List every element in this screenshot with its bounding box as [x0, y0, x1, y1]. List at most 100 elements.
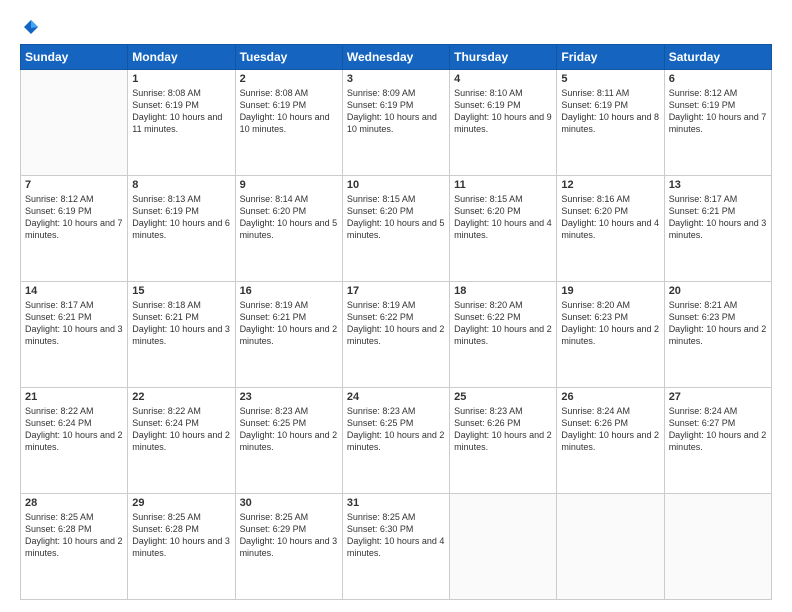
- calendar-week-3: 14 Sunrise: 8:17 AMSunset: 6:21 PMDayligh…: [21, 282, 772, 388]
- calendar-cell: [664, 494, 771, 600]
- calendar-cell: 25 Sunrise: 8:23 AMSunset: 6:26 PMDayligh…: [450, 388, 557, 494]
- weekday-header-row: SundayMondayTuesdayWednesdayThursdayFrid…: [21, 45, 772, 70]
- day-info: Sunrise: 8:25 AMSunset: 6:29 PMDaylight:…: [240, 511, 338, 560]
- day-number: 27: [669, 391, 767, 403]
- day-info: Sunrise: 8:12 AMSunset: 6:19 PMDaylight:…: [25, 193, 123, 242]
- day-info: Sunrise: 8:15 AMSunset: 6:20 PMDaylight:…: [454, 193, 552, 242]
- calendar-cell: 18 Sunrise: 8:20 AMSunset: 6:22 PMDayligh…: [450, 282, 557, 388]
- calendar-cell: 3 Sunrise: 8:09 AMSunset: 6:19 PMDaylight…: [342, 70, 449, 176]
- day-info: Sunrise: 8:21 AMSunset: 6:23 PMDaylight:…: [669, 299, 767, 348]
- day-info: Sunrise: 8:09 AMSunset: 6:19 PMDaylight:…: [347, 87, 445, 136]
- day-number: 15: [132, 285, 230, 297]
- day-number: 11: [454, 179, 552, 191]
- day-number: 25: [454, 391, 552, 403]
- calendar-cell: 28Sunrise: 8:25 AMSunset: 6:28 PMDayligh…: [21, 494, 128, 600]
- weekday-header-monday: Monday: [128, 45, 235, 70]
- calendar-cell: 29 Sunrise: 8:25 AMSunset: 6:28 PMDayligh…: [128, 494, 235, 600]
- day-number: 13: [669, 179, 767, 191]
- day-number: 29: [132, 497, 230, 509]
- day-info: Sunrise: 8:23 AMSunset: 6:26 PMDaylight:…: [454, 405, 552, 454]
- calendar-table: SundayMondayTuesdayWednesdayThursdayFrid…: [20, 44, 772, 600]
- day-info: Sunrise: 8:22 AMSunset: 6:24 PMDaylight:…: [25, 405, 123, 454]
- calendar-cell: 16 Sunrise: 8:19 AMSunset: 6:21 PMDayligh…: [235, 282, 342, 388]
- calendar-cell: 20 Sunrise: 8:21 AMSunset: 6:23 PMDayligh…: [664, 282, 771, 388]
- calendar-cell: 23 Sunrise: 8:23 AMSunset: 6:25 PMDayligh…: [235, 388, 342, 494]
- calendar-week-4: 21 Sunrise: 8:22 AMSunset: 6:24 PMDayligh…: [21, 388, 772, 494]
- day-number: 30: [240, 497, 338, 509]
- calendar-cell: 11 Sunrise: 8:15 AMSunset: 6:20 PMDayligh…: [450, 176, 557, 282]
- day-number: 23: [240, 391, 338, 403]
- day-number: 4: [454, 73, 552, 85]
- calendar-cell: 27 Sunrise: 8:24 AMSunset: 6:27 PMDayligh…: [664, 388, 771, 494]
- day-info: Sunrise: 8:19 AMSunset: 6:21 PMDaylight:…: [240, 299, 338, 348]
- calendar-cell: [21, 70, 128, 176]
- day-info: Sunrise: 8:25 AMSunset: 6:28 PMDaylight:…: [132, 511, 230, 560]
- calendar-cell: 21 Sunrise: 8:22 AMSunset: 6:24 PMDayligh…: [21, 388, 128, 494]
- page: SundayMondayTuesdayWednesdayThursdayFrid…: [0, 0, 792, 612]
- calendar-cell: 22 Sunrise: 8:22 AMSunset: 6:24 PMDayligh…: [128, 388, 235, 494]
- day-info: Sunrise: 8:16 AMSunset: 6:20 PMDaylight:…: [561, 193, 659, 242]
- weekday-header-wednesday: Wednesday: [342, 45, 449, 70]
- day-number: 20: [669, 285, 767, 297]
- calendar-cell: 13 Sunrise: 8:17 AMSunset: 6:21 PMDayligh…: [664, 176, 771, 282]
- day-number: 6: [669, 73, 767, 85]
- day-number: 17: [347, 285, 445, 297]
- day-number: 28: [25, 497, 123, 509]
- day-number: 21: [25, 391, 123, 403]
- day-info: Sunrise: 8:20 AMSunset: 6:23 PMDaylight:…: [561, 299, 659, 348]
- day-number: 16: [240, 285, 338, 297]
- calendar-cell: 10Sunrise: 8:15 AMSunset: 6:20 PMDayligh…: [342, 176, 449, 282]
- day-number: 26: [561, 391, 659, 403]
- calendar-cell: [450, 494, 557, 600]
- day-number: 8: [132, 179, 230, 191]
- day-info: Sunrise: 8:24 AMSunset: 6:27 PMDaylight:…: [669, 405, 767, 454]
- calendar-cell: 12 Sunrise: 8:16 AMSunset: 6:20 PMDayligh…: [557, 176, 664, 282]
- day-info: Sunrise: 8:24 AMSunset: 6:26 PMDaylight:…: [561, 405, 659, 454]
- day-info: Sunrise: 8:17 AMSunset: 6:21 PMDaylight:…: [25, 299, 123, 348]
- calendar-cell: 9 Sunrise: 8:14 AMSunset: 6:20 PMDaylight…: [235, 176, 342, 282]
- calendar-week-2: 7 Sunrise: 8:12 AMSunset: 6:19 PMDaylight…: [21, 176, 772, 282]
- calendar-cell: [557, 494, 664, 600]
- calendar-cell: 4Sunrise: 8:10 AMSunset: 6:19 PMDaylight…: [450, 70, 557, 176]
- day-number: 1: [132, 73, 230, 85]
- day-number: 18: [454, 285, 552, 297]
- day-number: 9: [240, 179, 338, 191]
- weekday-header-sunday: Sunday: [21, 45, 128, 70]
- day-info: Sunrise: 8:14 AMSunset: 6:20 PMDaylight:…: [240, 193, 338, 242]
- day-info: Sunrise: 8:23 AMSunset: 6:25 PMDaylight:…: [240, 405, 338, 454]
- weekday-header-thursday: Thursday: [450, 45, 557, 70]
- day-info: Sunrise: 8:19 AMSunset: 6:22 PMDaylight:…: [347, 299, 445, 348]
- calendar-cell: 6 Sunrise: 8:12 AMSunset: 6:19 PMDaylight…: [664, 70, 771, 176]
- day-number: 14: [25, 285, 123, 297]
- day-number: 7: [25, 179, 123, 191]
- day-info: Sunrise: 8:20 AMSunset: 6:22 PMDaylight:…: [454, 299, 552, 348]
- day-number: 5: [561, 73, 659, 85]
- day-info: Sunrise: 8:22 AMSunset: 6:24 PMDaylight:…: [132, 405, 230, 454]
- day-number: 22: [132, 391, 230, 403]
- calendar-cell: 5 Sunrise: 8:11 AMSunset: 6:19 PMDaylight…: [557, 70, 664, 176]
- day-number: 3: [347, 73, 445, 85]
- day-number: 24: [347, 391, 445, 403]
- day-info: Sunrise: 8:18 AMSunset: 6:21 PMDaylight:…: [132, 299, 230, 348]
- weekday-header-tuesday: Tuesday: [235, 45, 342, 70]
- calendar-cell: 26 Sunrise: 8:24 AMSunset: 6:26 PMDayligh…: [557, 388, 664, 494]
- calendar-cell: 19 Sunrise: 8:20 AMSunset: 6:23 PMDayligh…: [557, 282, 664, 388]
- day-number: 10: [347, 179, 445, 191]
- day-info: Sunrise: 8:17 AMSunset: 6:21 PMDaylight:…: [669, 193, 767, 242]
- day-info: Sunrise: 8:08 AMSunset: 6:19 PMDaylight:…: [132, 87, 230, 136]
- day-number: 19: [561, 285, 659, 297]
- calendar-week-1: 1 Sunrise: 8:08 AMSunset: 6:19 PMDaylight…: [21, 70, 772, 176]
- day-number: 2: [240, 73, 338, 85]
- calendar-cell: 30 Sunrise: 8:25 AMSunset: 6:29 PMDayligh…: [235, 494, 342, 600]
- calendar-cell: 15 Sunrise: 8:18 AMSunset: 6:21 PMDayligh…: [128, 282, 235, 388]
- calendar-cell: 14 Sunrise: 8:17 AMSunset: 6:21 PMDayligh…: [21, 282, 128, 388]
- day-info: Sunrise: 8:11 AMSunset: 6:19 PMDaylight:…: [561, 87, 659, 136]
- day-info: Sunrise: 8:08 AMSunset: 6:19 PMDaylight:…: [240, 87, 338, 136]
- logo-icon: [22, 18, 40, 36]
- calendar-cell: 17 Sunrise: 8:19 AMSunset: 6:22 PMDayligh…: [342, 282, 449, 388]
- day-info: Sunrise: 8:13 AMSunset: 6:19 PMDaylight:…: [132, 193, 230, 242]
- calendar-cell: 8 Sunrise: 8:13 AMSunset: 6:19 PMDaylight…: [128, 176, 235, 282]
- day-info: Sunrise: 8:12 AMSunset: 6:19 PMDaylight:…: [669, 87, 767, 136]
- day-number: 12: [561, 179, 659, 191]
- calendar-week-5: 28 Sunrise: 8:25 AMSunset: 6:28 PMDayligh…: [21, 494, 772, 600]
